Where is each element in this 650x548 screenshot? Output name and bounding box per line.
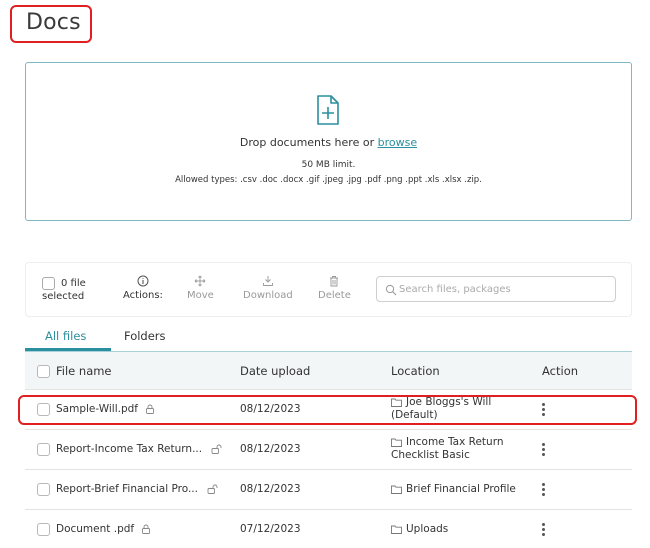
date-cell: 08/12/2023 bbox=[240, 403, 301, 415]
kebab-menu-icon[interactable] bbox=[539, 481, 547, 499]
row-checkbox[interactable] bbox=[37, 443, 50, 456]
file-name-cell: Report-Income Tax Return... bbox=[56, 443, 223, 455]
search-input[interactable] bbox=[399, 281, 609, 297]
file-name: Report-Income Tax Return... bbox=[56, 443, 203, 455]
column-action: Action bbox=[542, 364, 579, 378]
tab-folders[interactable]: Folders bbox=[124, 329, 166, 343]
folder-icon bbox=[391, 485, 402, 494]
location-cell: Joe Bloggs's Will (Default) bbox=[391, 396, 491, 422]
kebab-menu-icon[interactable] bbox=[539, 401, 547, 419]
date-cell: 07/12/2023 bbox=[240, 523, 301, 535]
active-tab-indicator bbox=[25, 348, 111, 351]
location-line-1: Brief Financial Profile bbox=[406, 483, 516, 495]
page-title: Docs bbox=[26, 10, 81, 35]
lock-icon bbox=[146, 404, 155, 414]
folder-icon bbox=[391, 438, 402, 447]
file-name-cell: Sample-Will.pdf bbox=[56, 403, 155, 415]
table-header: File name Date upload Location Action bbox=[25, 352, 632, 390]
search-icon bbox=[385, 284, 397, 296]
download-label: Download bbox=[243, 290, 293, 301]
table-row[interactable]: Sample-Will.pdf 08/12/2023 Joe Bloggs's … bbox=[25, 390, 632, 430]
dropzone-prompt: Drop documents here or browse bbox=[26, 136, 631, 149]
location-line-2: Checklist Basic bbox=[391, 449, 470, 461]
kebab-menu-icon[interactable] bbox=[539, 521, 547, 539]
move-icon bbox=[195, 275, 206, 287]
location-cell: Brief Financial Profile bbox=[391, 483, 516, 495]
file-name: Report-Brief Financial Pro... bbox=[56, 483, 198, 495]
actions-label: Actions: bbox=[123, 290, 163, 301]
column-file-name[interactable]: File name bbox=[56, 364, 112, 378]
location-cell: Income Tax Return Checklist Basic bbox=[391, 436, 503, 462]
file-name-cell: Document .pdf bbox=[56, 523, 151, 535]
dropzone-prompt-text: Drop documents here or bbox=[239, 136, 378, 149]
location-line-1: Uploads bbox=[406, 523, 449, 535]
selected-count: 0 file bbox=[61, 278, 86, 289]
search-box[interactable] bbox=[376, 276, 616, 302]
table-row[interactable]: Report-Income Tax Return... 08/12/2023 I… bbox=[25, 430, 632, 470]
location-line-1: Joe Bloggs's Will bbox=[406, 396, 492, 408]
move-button[interactable]: Move bbox=[187, 275, 214, 301]
unlock-icon[interactable] bbox=[211, 444, 223, 454]
row-checkbox[interactable] bbox=[37, 523, 50, 536]
kebab-menu-icon[interactable] bbox=[539, 441, 547, 459]
row-checkbox[interactable] bbox=[37, 403, 50, 416]
download-icon bbox=[262, 276, 273, 286]
table-row[interactable]: Document .pdf 07/12/2023 Uploads bbox=[25, 510, 632, 548]
folder-icon bbox=[391, 525, 402, 534]
column-date-upload[interactable]: Date upload bbox=[240, 364, 310, 378]
file-name-cell: Report-Brief Financial Pro... bbox=[56, 483, 219, 495]
file-toolbar: 0 file selected Actions: Move Download D… bbox=[25, 262, 632, 317]
row-checkbox[interactable] bbox=[37, 483, 50, 496]
download-button[interactable]: Download bbox=[243, 275, 293, 301]
file-plus-icon bbox=[317, 95, 339, 125]
unlock-icon[interactable] bbox=[207, 484, 219, 494]
location-cell: Uploads bbox=[391, 523, 448, 535]
delete-button[interactable]: Delete bbox=[318, 275, 351, 301]
info-icon bbox=[137, 275, 149, 287]
table-row[interactable]: Report-Brief Financial Pro... 08/12/2023… bbox=[25, 470, 632, 510]
file-tabs: All files Folders bbox=[25, 325, 632, 352]
tab-all-files[interactable]: All files bbox=[45, 329, 86, 343]
folder-icon bbox=[391, 398, 402, 407]
file-name: Sample-Will.pdf bbox=[56, 403, 139, 415]
trash-icon bbox=[330, 276, 339, 287]
date-cell: 08/12/2023 bbox=[240, 483, 301, 495]
size-limit-text: 50 MB limit. bbox=[301, 160, 356, 170]
header-checkbox[interactable] bbox=[37, 365, 50, 378]
actions-info: Actions: bbox=[123, 275, 163, 301]
selected-label: selected bbox=[42, 291, 85, 302]
file-name: Document .pdf bbox=[56, 523, 135, 535]
upload-dropzone[interactable]: Drop documents here or browse 50 MB limi… bbox=[25, 62, 632, 221]
location-line-2: (Default) bbox=[391, 409, 438, 421]
column-location[interactable]: Location bbox=[391, 364, 440, 378]
select-all-checkbox[interactable] bbox=[42, 277, 55, 290]
move-label: Move bbox=[187, 290, 214, 301]
delete-label: Delete bbox=[318, 290, 351, 301]
allowed-types-text: Allowed types: .csv .doc .docx .gif .jpe… bbox=[175, 175, 482, 185]
date-cell: 08/12/2023 bbox=[240, 443, 301, 455]
browse-link[interactable]: browse bbox=[378, 136, 418, 149]
location-line-1: Income Tax Return bbox=[406, 436, 504, 448]
lock-icon bbox=[142, 524, 151, 534]
